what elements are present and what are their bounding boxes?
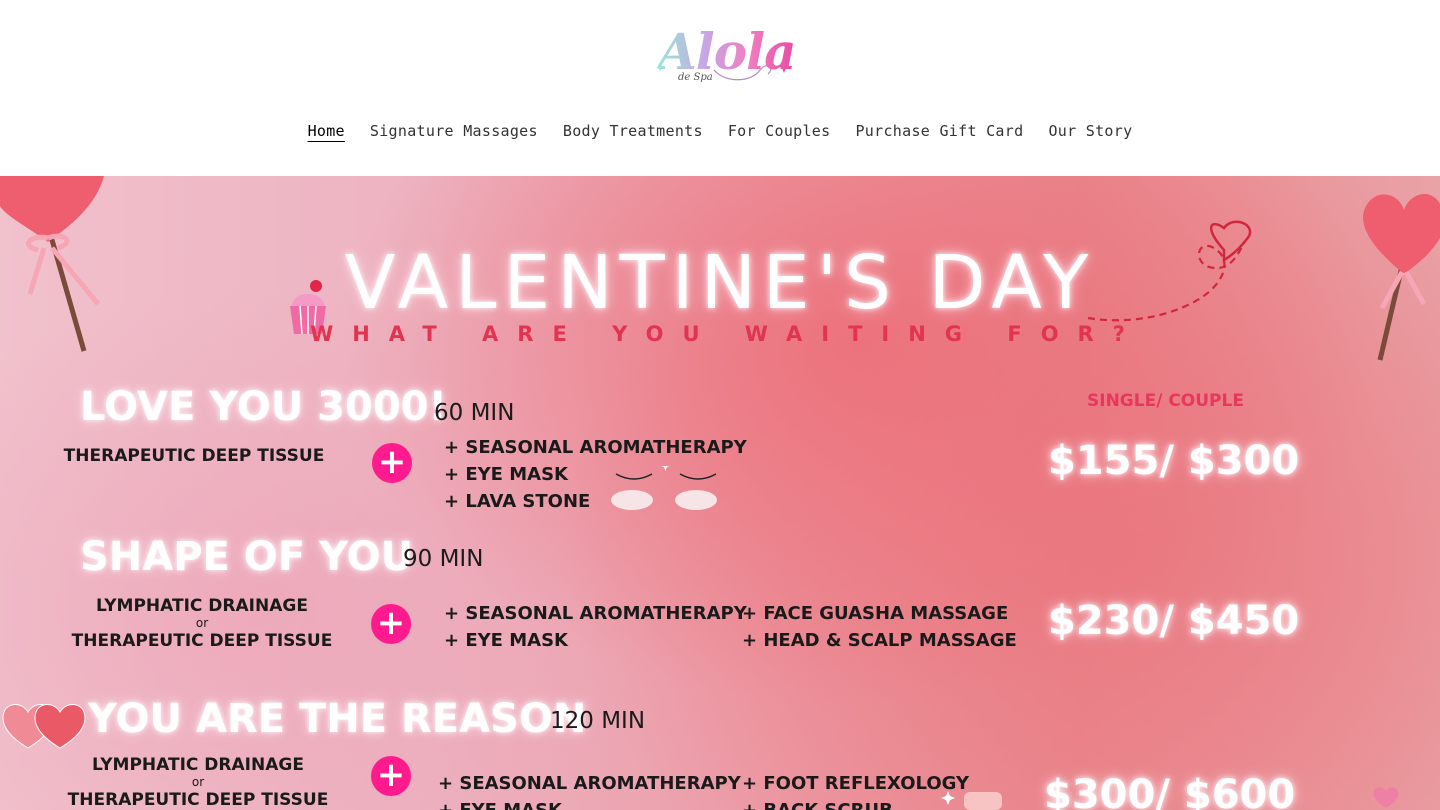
addon-item: + BACK SCRUB xyxy=(742,797,969,810)
site-header: Alola de Spa Home Signature Massages Bod… xyxy=(0,0,1440,176)
package-duration: 90 MIN xyxy=(403,546,484,572)
nav-item-for-couples[interactable]: For Couples xyxy=(728,122,831,140)
main-nav: Home Signature Massages Body Treatments … xyxy=(0,122,1440,140)
base-treatment-or: or xyxy=(191,775,205,790)
price-header: SINGLE/ COUPLE xyxy=(1087,391,1244,411)
package-price: $155/ $300 xyxy=(1048,438,1300,484)
package-base-treatment: THERAPEUTIC DEEP TISSUE xyxy=(60,446,328,466)
base-treatment-line: LYMPHATIC DRAINAGE xyxy=(92,755,304,775)
base-treatment-line: LYMPHATIC DRAINAGE xyxy=(96,596,308,616)
base-treatment-line: THERAPEUTIC DEEP TISSUE xyxy=(71,630,333,651)
package-addons: + SEASONAL AROMATHERAPY + EYE MASK + LAV… xyxy=(444,434,747,515)
addon-item: + SEASONAL AROMATHERAPY xyxy=(444,603,747,624)
banner-title: VALENTINE'S DAY xyxy=(344,240,1096,326)
package-price: $300/ $600 xyxy=(1044,772,1296,810)
plus-icon: + xyxy=(372,443,412,483)
addon-item: + HEAD & SCALP MASSAGE xyxy=(742,630,1017,651)
nav-item-home[interactable]: Home xyxy=(308,122,345,140)
nav-item-body-treatments[interactable]: Body Treatments xyxy=(563,122,703,140)
package-addons: + SEASONAL AROMATHERAPY + EYE MASK xyxy=(438,770,741,810)
base-treatment-or: or xyxy=(195,616,209,631)
addon-item: + EYE MASK xyxy=(444,630,568,651)
package-addons-extra: + FACE GUASHA MASSAGE + HEAD & SCALP MAS… xyxy=(742,600,1017,654)
package-duration: 60 MIN xyxy=(434,400,515,426)
base-treatment-line: THERAPEUTIC DEEP TISSUE xyxy=(63,446,325,466)
nav-item-our-story[interactable]: Our Story xyxy=(1048,122,1132,140)
addon-item: + LAVA STONE xyxy=(444,491,591,512)
base-treatment-line: THERAPEUTIC DEEP TISSUE xyxy=(67,789,329,810)
addon-item: + SEASONAL AROMATHERAPY xyxy=(444,437,747,458)
banner-subtitle: WHAT ARE YOU WAITING FOR? xyxy=(310,322,1144,346)
addon-item: + SEASONAL AROMATHERAPY xyxy=(438,773,741,794)
package-name: YOU ARE THE REASON xyxy=(88,696,587,742)
double-heart-icon xyxy=(2,704,86,749)
package-base-treatment: LYMPHATIC DRAINAGE or THERAPEUTIC DEEP T… xyxy=(66,596,338,651)
logo-subtext: de Spa xyxy=(678,72,713,83)
package-base-treatment: LYMPHATIC DRAINAGE or THERAPEUTIC DEEP T… xyxy=(62,755,334,810)
valentines-banner: VALENTINE'S DAY WHAT ARE YOU WAITING FOR… xyxy=(0,176,1440,810)
addon-item: + FACE GUASHA MASSAGE xyxy=(742,603,1009,624)
package-duration: 120 MIN xyxy=(550,708,646,734)
site-logo[interactable]: Alola de Spa xyxy=(656,22,797,94)
nav-item-signature-massages[interactable]: Signature Massages xyxy=(370,122,538,140)
package-addons: + SEASONAL AROMATHERAPY + EYE MASK xyxy=(444,600,747,654)
package-price: $230/ $450 xyxy=(1048,598,1300,644)
package-name: SHAPE OF YOU xyxy=(80,534,414,580)
plus-icon: + xyxy=(371,756,411,796)
addon-item: + FOOT REFLEXOLOGY xyxy=(742,773,970,794)
small-heart-icon xyxy=(1373,787,1399,808)
nav-item-purchase-gift-card[interactable]: Purchase Gift Card xyxy=(855,122,1023,140)
addon-item: + EYE MASK xyxy=(444,464,568,485)
package-name: LOVE YOU 3000! xyxy=(80,384,447,430)
package-addons-extra: + FOOT REFLEXOLOGY + BACK SCRUB xyxy=(742,770,969,810)
addon-item: + EYE MASK xyxy=(438,797,741,810)
plus-icon: + xyxy=(371,604,411,644)
